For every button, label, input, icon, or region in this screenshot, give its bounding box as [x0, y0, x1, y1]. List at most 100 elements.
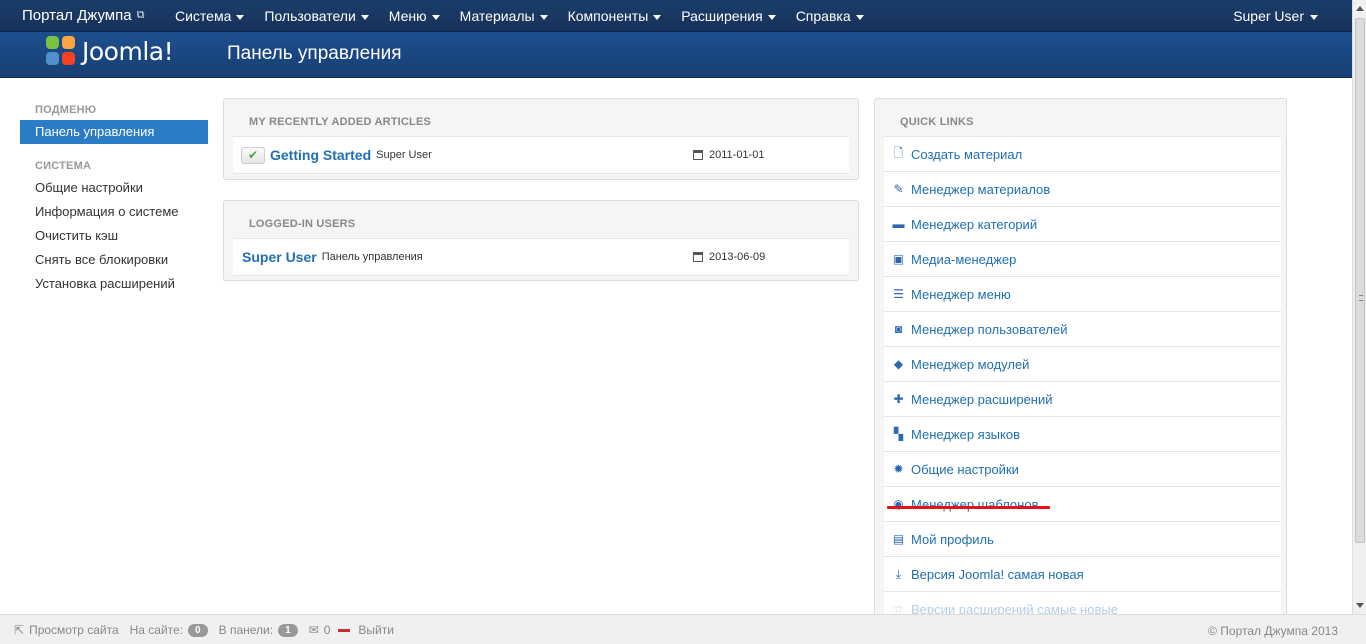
- caret-down-icon: [431, 14, 440, 20]
- joomla-logo[interactable]: Joomla!: [46, 36, 174, 66]
- image-icon: ▣: [892, 252, 905, 266]
- table-row: Super User Панель управления 2013-06-09: [233, 239, 849, 276]
- user-menu-label: Super User: [1233, 8, 1304, 24]
- quick-link-article-manager[interactable]: ✎ Менеджер материалов: [884, 172, 1281, 207]
- profile-card-icon: ▤: [892, 532, 905, 546]
- quick-link-label: Менеджер модулей: [911, 356, 1030, 372]
- quick-link-label: Создать материал: [911, 146, 1023, 162]
- copyright: © Портал Джумпа 2013: [1208, 624, 1338, 638]
- quick-link-extension-manager[interactable]: ✚ Менеджер расширений: [884, 382, 1281, 417]
- logged-in-users-title: Logged-in Users: [233, 210, 849, 239]
- top-navbar: Портал Джумпа ⧉ Система Пользователи Мен…: [0, 0, 1352, 32]
- sidebar-submenu-heading: Подменю: [35, 104, 97, 116]
- quick-link-category-manager[interactable]: ▬ Менеджер категорий: [884, 207, 1281, 242]
- quick-link-label: Менеджер материалов: [911, 181, 1051, 197]
- scroll-thumb[interactable]: [1355, 18, 1365, 543]
- menu-system[interactable]: Система: [165, 0, 254, 32]
- sidebar-item-global-checkin[interactable]: Снять все блокировки: [20, 248, 208, 272]
- article-date-value: 2011-01-01: [709, 149, 765, 161]
- sidebar-item-clear-cache[interactable]: Очистить кэш: [20, 224, 208, 248]
- logo-text: Joomla!: [82, 36, 174, 66]
- logged-in-users-body: Logged-in Users Super User Панель управл…: [233, 210, 849, 276]
- quick-link-media-manager[interactable]: ▣ Медиа-менеджер: [884, 242, 1281, 277]
- joomla-mark-icon: [46, 36, 76, 66]
- quick-link-my-profile[interactable]: ▤ Мой профиль: [884, 522, 1281, 557]
- article-link[interactable]: Getting Started: [270, 147, 371, 163]
- quick-link-add-article[interactable]: 🗋 Создать материал: [884, 137, 1281, 172]
- main-menu: Система Пользователи Меню Материалы Комп…: [165, 0, 874, 32]
- logout-link[interactable]: Выйти: [358, 623, 394, 637]
- logged-in-users-panel: Logged-in Users Super User Панель управл…: [223, 200, 859, 281]
- menu-users[interactable]: Пользователи: [254, 0, 378, 32]
- menu-label: Компоненты: [567, 8, 649, 24]
- envelope-icon: ✉: [308, 623, 319, 637]
- caret-down-icon: [236, 14, 245, 20]
- quick-link-menu-manager[interactable]: ☰ Менеджер меню: [884, 277, 1281, 312]
- user-date: 2013-06-09: [693, 251, 765, 263]
- grip-icon: [1359, 295, 1363, 301]
- quick-links-body: Quick Links 🗋 Создать материал ✎ Менеджер …: [884, 108, 1281, 627]
- menu-label: Пользователи: [264, 8, 356, 24]
- on-site-label: На сайте:: [129, 623, 184, 637]
- quick-link-label: Медиа-менеджер: [911, 251, 1017, 267]
- menu-extensions[interactable]: Расширения: [671, 0, 785, 32]
- recent-articles-panel: My Recently Added Articles ✔ Getting Sta…: [223, 98, 859, 180]
- article-date: 2011-01-01: [693, 149, 764, 161]
- quick-link-joomla-version[interactable]: ⤓ Версия Joomla! самая новая: [884, 557, 1281, 592]
- quick-link-global-config[interactable]: ✹ Общие настройки: [884, 452, 1281, 487]
- quick-links-panel: Quick Links 🗋 Создать материал ✎ Менеджер …: [874, 98, 1287, 628]
- menu-menus[interactable]: Меню: [379, 0, 450, 32]
- quick-links-title: Quick Links: [884, 108, 1281, 137]
- messages-count-link[interactable]: 0: [324, 623, 331, 637]
- quick-link-user-manager[interactable]: ◙ Менеджер пользователей: [884, 312, 1281, 347]
- caret-down-icon: [767, 14, 776, 20]
- quick-link-label: Менеджер расширений: [911, 391, 1053, 407]
- article-author: Super User: [376, 149, 432, 161]
- caret-down-icon: [360, 14, 369, 20]
- quick-link-template-manager[interactable]: ◉ Менеджер шаблонов: [884, 487, 1281, 522]
- cube-icon: ◆: [893, 357, 904, 371]
- sidebar-item-global-config[interactable]: Общие настройки: [20, 176, 208, 200]
- menu-components[interactable]: Компоненты: [558, 0, 672, 32]
- download-icon: ⤓: [895, 566, 902, 581]
- quick-link-module-manager[interactable]: ◆ Менеджер модулей: [884, 347, 1281, 382]
- caret-down-icon: [653, 14, 662, 20]
- user-date-value: 2013-06-09: [709, 251, 766, 263]
- recent-articles-body: My Recently Added Articles ✔ Getting Sta…: [233, 108, 849, 174]
- view-site-icon: ⇱: [14, 623, 25, 637]
- published-check-icon[interactable]: ✔: [241, 146, 265, 164]
- scroll-up-icon[interactable]: [1356, 6, 1364, 11]
- sidebar-item-control-panel[interactable]: Панель управления: [20, 120, 208, 144]
- menu-help[interactable]: Справка: [786, 0, 874, 32]
- user-icon: ◙: [894, 322, 903, 336]
- cog-icon: ✹: [893, 462, 904, 476]
- status-bar-left: ⇱ Просмотр сайта На сайте: 0 В панели: 1…: [14, 623, 394, 637]
- view-site-link[interactable]: Просмотр сайта: [29, 623, 119, 637]
- menu-label: Меню: [388, 8, 427, 24]
- site-brand-link[interactable]: Портал Джумпа ⧉: [22, 7, 144, 24]
- status-bar: ⇱ Просмотр сайта На сайте: 0 В панели: 1…: [0, 614, 1366, 644]
- quick-link-label: Мой профиль: [911, 531, 994, 547]
- sidebar-item-install-extensions[interactable]: Установка расширений: [20, 272, 208, 296]
- vertical-scrollbar[interactable]: [1352, 0, 1366, 614]
- caret-down-icon: [855, 14, 864, 20]
- sidebar-item-system-info[interactable]: Информация о системе: [20, 200, 208, 224]
- user-link[interactable]: Super User: [242, 249, 317, 265]
- list-icon: ☰: [893, 287, 904, 301]
- quick-link-label: Менеджер категорий: [911, 216, 1038, 232]
- menu-content[interactable]: Материалы: [450, 0, 558, 32]
- pencil-icon: ✎: [893, 182, 904, 196]
- scroll-down-icon[interactable]: [1356, 603, 1364, 608]
- on-site-count-badge: 0: [188, 623, 208, 637]
- in-panel-count-badge: 1: [278, 623, 298, 637]
- menu-label: Система: [175, 8, 232, 24]
- page-header: Joomla! Панель управления: [0, 32, 1352, 78]
- site-brand-label: Портал Джумпа: [22, 7, 132, 24]
- user-menu[interactable]: Super User: [1233, 0, 1318, 32]
- quick-link-label: Менеджер языков: [911, 426, 1020, 442]
- comments-icon: ▚: [893, 427, 904, 441]
- sidebar-system-heading: Система: [35, 160, 92, 172]
- caret-down-icon: [539, 14, 548, 20]
- quick-link-label: Версия Joomla! самая новая: [911, 566, 1084, 582]
- quick-link-language-manager[interactable]: ▚ Менеджер языков: [884, 417, 1281, 452]
